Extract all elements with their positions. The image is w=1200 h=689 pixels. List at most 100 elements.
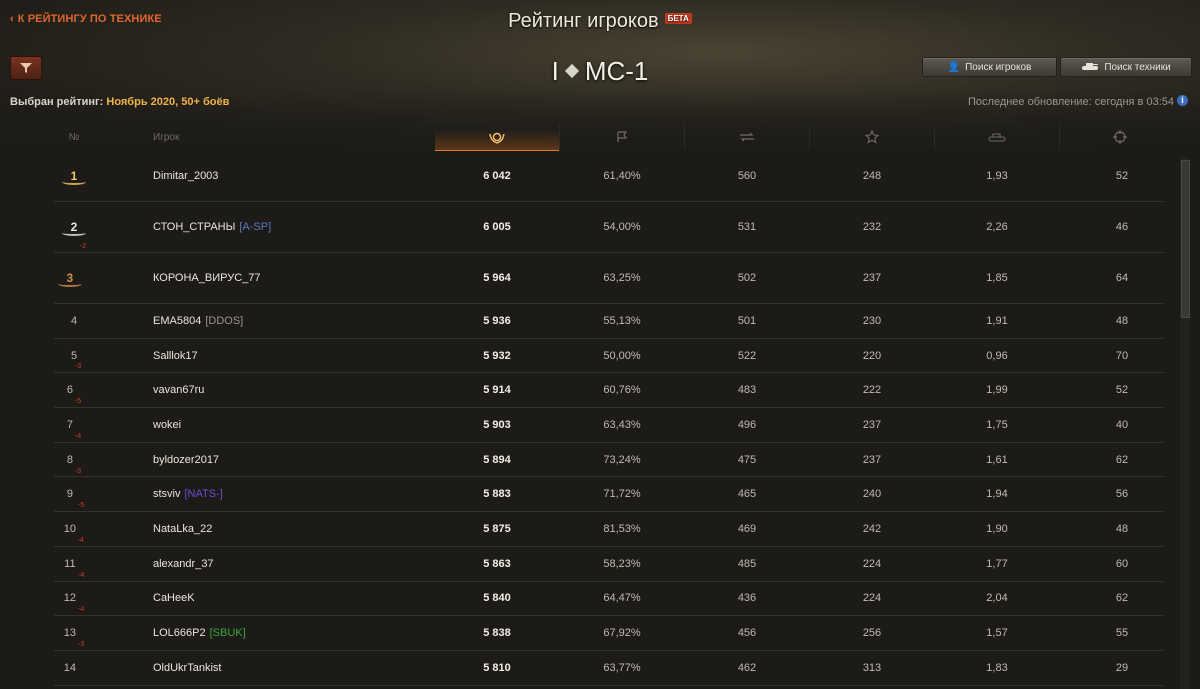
winrate-cell: 58,23% (603, 557, 641, 570)
rank-cell: 9 -3 (54, 468, 94, 512)
damage-cell: 1,94 (986, 488, 1008, 501)
rank-change: -2 (79, 243, 87, 250)
table-row[interactable]: 6 -3 vavan67ru 5 914 60,76% 483 222 1,99 52 (54, 363, 1164, 409)
frags-cell: 40 (1115, 418, 1129, 431)
player-cell: NataLka_22 (153, 512, 433, 546)
experience-cell: 224 (862, 557, 882, 570)
rating-score: 5 875 (483, 523, 511, 536)
player-nickname[interactable]: stsviv (153, 488, 181, 500)
rank-cell: 13 -4 (54, 606, 94, 650)
vehicle-tier: I (551, 56, 559, 86)
clan-tag[interactable]: [NATS-] (185, 488, 223, 500)
battles-cell: 501 (737, 314, 757, 327)
frags-cell: 62 (1115, 592, 1129, 605)
wreath-decoration (62, 179, 86, 185)
player-nickname[interactable]: OldUkrTankist (153, 662, 221, 674)
wreath-decoration (62, 230, 86, 236)
player-nickname[interactable]: EMA5804 (153, 315, 201, 327)
column-rank[interactable]: № (54, 125, 94, 150)
rating-score: 5 914 (483, 384, 511, 397)
player-nickname[interactable]: CaHeeK (153, 592, 195, 604)
table-row[interactable]: 3 -2 КОРОНА_ВИРУС_77 5 964 63,25% 502 237 1,85 6… (54, 243, 1164, 304)
column-rating[interactable] (435, 125, 559, 151)
rating-score: 5 838 (483, 627, 511, 640)
table-row[interactable]: 2 СТОН_СТРАНЫ [A-SP] 6 005 54,00% 531 232 2,26 4… (54, 202, 1164, 253)
column-damage[interactable] (935, 125, 1059, 150)
player-nickname[interactable]: wokei (153, 419, 181, 431)
table-row[interactable]: 13 -4 LOL666P2 [SBUK] 5 838 67,92% 456 256 1,57 5… (54, 606, 1164, 651)
rank-number: 9 (66, 488, 73, 501)
selected-rating-label: Выбран рейтинг: (10, 96, 104, 108)
clan-tag[interactable]: [DDOS] (205, 315, 243, 327)
table-row[interactable]: 8 -4 byldozer2017 5 894 73,24% 475 237 1,61 62 (54, 433, 1164, 478)
damage-cell: 0,96 (986, 349, 1008, 362)
table-row[interactable]: 9 -3 stsviv [NATS-] 5 883 71,72% 465 240 1,94 56 (54, 468, 1164, 513)
column-player[interactable]: Игрок (153, 125, 213, 150)
tank-icon (1081, 62, 1099, 73)
rank-cell: 4 (54, 304, 94, 338)
winrate-cell: 64,47% (603, 592, 641, 605)
damage-cell: 2,26 (986, 221, 1008, 233)
column-separator (809, 125, 810, 150)
selected-rating-value[interactable]: Ноябрь 2020, 50+ боёв (106, 96, 229, 108)
rating-score: 5 863 (483, 557, 511, 570)
column-battles[interactable] (685, 125, 809, 150)
scrollbar-thumb[interactable] (1181, 160, 1190, 318)
rank-change: -3 (74, 363, 82, 371)
winrate-cell: 50,00% (603, 349, 641, 362)
selected-rating: Выбран рейтинг: Ноябрь 2020, 50+ боёв (10, 96, 229, 108)
table-row[interactable]: 4 EMA5804 [DDOS] 5 936 55,13% 501 230 1,91 48 (54, 304, 1164, 339)
clan-tag[interactable]: [A-SP] (239, 221, 271, 233)
player-nickname[interactable]: byldozer2017 (153, 454, 219, 466)
clan-tag[interactable]: [SBUK] (210, 627, 246, 639)
table-row[interactable]: 12 -4 CaHeeK 5 840 64,47% 436 224 2,04 62 (54, 572, 1164, 617)
player-nickname[interactable]: LOL666P2 (153, 627, 206, 639)
damage-cell: 1,77 (986, 557, 1008, 570)
table-row[interactable]: 7 -5 wokei 5 903 63,43% 496 237 1,75 40 (54, 398, 1164, 443)
rank-cell: 2 (54, 202, 94, 252)
rank-change: -5 (74, 398, 82, 406)
column-experience[interactable] (810, 125, 934, 150)
player-cell: EMA5804 [DDOS] (153, 304, 433, 338)
table-row[interactable]: 11 -4 alexandr_37 5 863 58,23% 485 224 1,77 60 (54, 537, 1164, 582)
rating-score: 5 810 (483, 661, 511, 674)
page-title-text: Рейтинг игроков (508, 10, 659, 32)
battles-cell: 531 (737, 221, 757, 233)
frags-cell: 55 (1115, 627, 1129, 640)
player-cell: КОРОНА_ВИРУС_77 (153, 253, 433, 303)
column-separator (684, 125, 685, 150)
info-icon[interactable]: i (1177, 95, 1188, 106)
rank-cell: 12 -4 (54, 572, 94, 616)
player-nickname[interactable]: КОРОНА_ВИРУС_77 (153, 272, 261, 284)
player-nickname[interactable]: Salllok17 (153, 350, 198, 362)
rank-change: -4 (77, 536, 84, 544)
search-vehicles-button[interactable]: Поиск техники (1060, 57, 1192, 77)
player-nickname[interactable]: alexandr_37 (153, 558, 214, 570)
player-nickname[interactable]: СТОН_СТРАНЫ (153, 221, 235, 233)
damage-cell: 1,61 (986, 453, 1008, 466)
rank-number: 14 (63, 661, 76, 674)
battles-cell: 502 (737, 272, 757, 284)
battles-icon (740, 132, 754, 142)
player-nickname[interactable]: Dimitar_2003 (153, 170, 218, 182)
player-nickname[interactable]: NataLka_22 (153, 523, 212, 535)
frags-cell: 64 (1115, 272, 1129, 284)
player-nickname[interactable]: vavan67ru (153, 384, 204, 396)
table-row[interactable]: 10 -5 NataLka_22 5 875 81,53% 469 242 1,90 48 (54, 502, 1164, 547)
winrate-cell: 63,77% (603, 661, 641, 674)
target-icon (1113, 130, 1127, 145)
table-row[interactable]: 5 Salllok17 5 932 50,00% 522 220 0,96 70 (54, 339, 1164, 374)
column-winrate[interactable] (560, 125, 684, 150)
rating-score: 5 903 (483, 418, 511, 431)
battles-cell: 469 (737, 523, 757, 536)
table-row[interactable]: 14 -3 OldUkrTankist 5 810 63,77% 462 313 1,83 29 (54, 641, 1164, 686)
flag-icon (617, 131, 628, 143)
column-frags[interactable] (1060, 125, 1180, 150)
player-cell: stsviv [NATS-] (153, 478, 433, 512)
frags-cell: 48 (1115, 523, 1129, 536)
search-players-button[interactable]: 👤 Поиск игроков (922, 57, 1057, 77)
winrate-cell: 61,40% (603, 170, 641, 182)
table-row[interactable]: 1 Dimitar_2003 6 042 61,40% 560 248 1,93 52 (54, 151, 1164, 202)
rank-change: -4 (74, 432, 82, 440)
experience-cell: 248 (862, 170, 882, 182)
